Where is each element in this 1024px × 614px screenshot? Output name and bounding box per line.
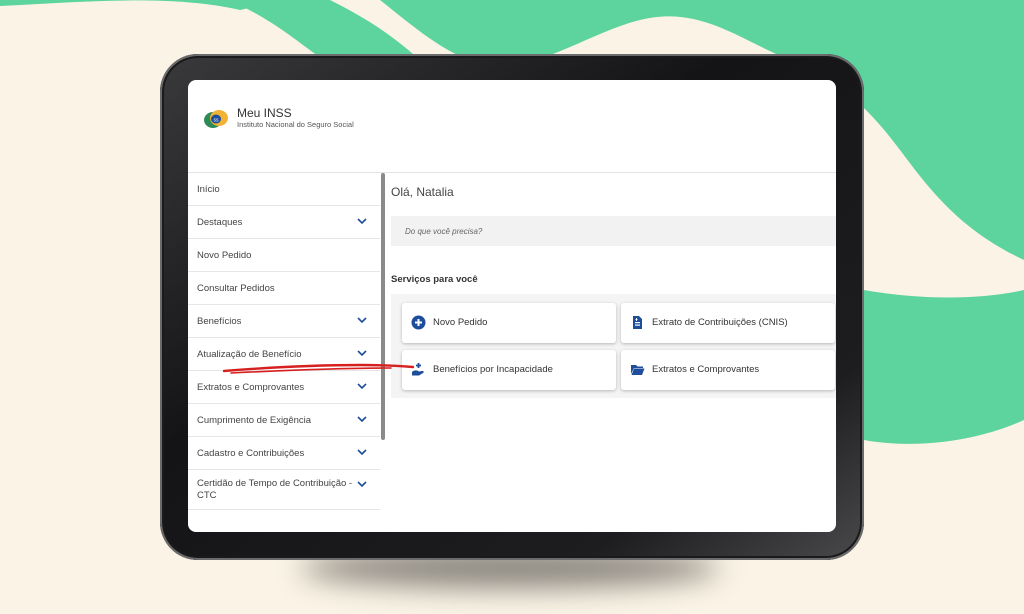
sidebar-item-label: Certidão de Tempo de Contribuição - CTC xyxy=(197,478,353,501)
sidebar-item-atualizacao-beneficio[interactable]: Atualização de Benefício xyxy=(188,338,380,371)
sidebar-item-extratos-comprovantes[interactable]: Extratos e Comprovantes xyxy=(188,371,380,404)
sidebar-item-label: Cumprimento de Exigência xyxy=(197,415,312,426)
sidebar-item-label: Extratos e Comprovantes xyxy=(197,382,305,393)
app-screen: ss Meu INSS Instituto Nacional do Seguro… xyxy=(188,80,836,532)
greeting: Olá, Natalia xyxy=(391,185,454,199)
sidebar-item-destaques[interactable]: Destaques xyxy=(188,206,380,239)
sidebar-item-inicio[interactable]: Início xyxy=(188,173,380,206)
chevron-down-icon[interactable] xyxy=(357,416,367,423)
sidebar-item-label: Atualização de Benefício xyxy=(197,349,302,360)
sidebar-item-label: Novo Pedido xyxy=(197,250,252,261)
sidebar-item-certidao-ctc[interactable]: Certidão de Tempo de Contribuição - CTC xyxy=(188,470,380,510)
sidebar-item-consultar-pedidos[interactable]: Consultar Pedidos xyxy=(188,272,380,305)
chevron-down-icon[interactable] xyxy=(357,317,367,324)
sidebar-item-label: Benefícios xyxy=(197,316,242,327)
service-card-label: Novo Pedido xyxy=(433,317,488,328)
folder-open-icon xyxy=(631,365,645,375)
sidebar-item-novo-pedido[interactable]: Novo Pedido xyxy=(188,239,380,272)
chevron-down-icon[interactable] xyxy=(357,218,367,225)
service-card-label: Benefícios por Incapacidade xyxy=(433,364,553,375)
services-heading: Serviços para você xyxy=(391,274,478,285)
inss-logo-icon: ss xyxy=(204,110,228,128)
app-subtitle: Instituto Nacional do Seguro Social xyxy=(237,120,354,129)
service-card-extrato-cnis[interactable]: Extrato de Contribuições (CNIS) xyxy=(621,303,835,343)
service-card-label: Extrato de Contribuições (CNIS) xyxy=(652,317,788,328)
search-input[interactable] xyxy=(391,216,836,246)
sidebar-item-label: Destaques xyxy=(197,217,243,228)
plus-circle-icon xyxy=(411,315,426,330)
sidebar-item-beneficios[interactable]: Benefícios xyxy=(188,305,380,338)
chevron-down-icon[interactable] xyxy=(357,383,367,390)
sidebar-item-label: Consultar Pedidos xyxy=(197,283,275,294)
search-box xyxy=(391,216,836,246)
sidebar-item-label: Início xyxy=(197,184,220,195)
sidebar-item-cadastro-contribuicoes[interactable]: Cadastro e Contribuições xyxy=(188,437,380,470)
app-title: Meu INSS xyxy=(237,106,292,120)
document-icon xyxy=(633,316,642,329)
service-card-novo-pedido[interactable]: Novo Pedido xyxy=(402,303,616,343)
chevron-down-icon[interactable] xyxy=(357,449,367,456)
hand-plus-icon xyxy=(412,363,424,376)
service-card-extratos-comprovantes[interactable]: Extratos e Comprovantes xyxy=(621,350,835,390)
chevron-down-icon[interactable] xyxy=(357,481,367,488)
main-content: Olá, Natalia Serviços para você Novo Ped… xyxy=(385,173,836,532)
app-header: ss Meu INSS Instituto Nacional do Seguro… xyxy=(188,80,836,173)
chevron-down-icon[interactable] xyxy=(357,350,367,357)
sidebar-item-label: Cadastro e Contribuições xyxy=(197,448,305,459)
services-panel: Novo Pedido Extrato de Contribuições (CN… xyxy=(391,294,836,398)
service-card-beneficios-incapacidade[interactable]: Benefícios por Incapacidade xyxy=(402,350,616,390)
sidebar-menu: Início Destaques Novo Pedido Consultar P… xyxy=(188,173,380,532)
sidebar-item-cumprimento-exigencia[interactable]: Cumprimento de Exigência xyxy=(188,404,380,437)
svg-text:ss: ss xyxy=(214,118,220,124)
service-card-label: Extratos e Comprovantes xyxy=(652,364,760,375)
